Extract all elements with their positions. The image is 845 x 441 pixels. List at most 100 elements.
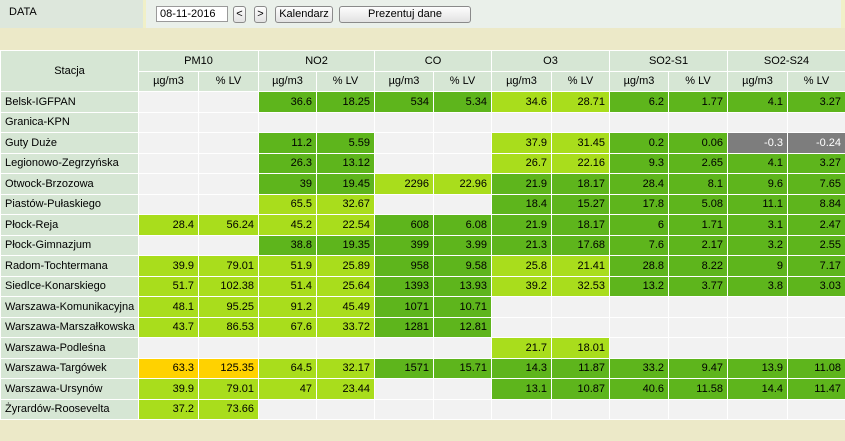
top-bar: DATA < > Kalendarz Prezentuj dane — [0, 0, 845, 28]
calendar-button[interactable]: Kalendarz — [275, 6, 333, 23]
pollutant-header: SO2-S24 — [727, 50, 845, 72]
present-data-button[interactable]: Prezentuj dane — [339, 6, 471, 23]
concentration-cell: 1393 — [374, 275, 434, 297]
table-row: Warszawa-Ursynów 39.9 79.01 47 23.44 13.1 10.8… — [0, 378, 845, 400]
concentration-cell: 26.3 — [258, 152, 317, 174]
concentration-cell: 51.7 — [138, 275, 199, 297]
concentration-cell: 91.2 — [258, 296, 317, 318]
station-name: Warszawa-Targówek — [0, 357, 139, 379]
table-row: Warszawa-Podleśna 21.7 18.01 — [0, 337, 845, 359]
concentration-cell: 9.3 — [609, 152, 669, 174]
concentration-cell: 0.2 — [609, 132, 669, 154]
percent-lv-cell: 32.17 — [316, 357, 375, 379]
percent-lv-cell: 6.08 — [433, 214, 492, 236]
concentration-cell — [609, 337, 669, 359]
station-name: Warszawa-Komunikacyjna — [0, 296, 139, 318]
percent-lv-cell: 18.01 — [551, 337, 610, 359]
concentration-cell — [374, 193, 434, 215]
concentration-cell — [258, 398, 317, 420]
concentration-cell — [727, 316, 789, 338]
percent-lv-cell: 10.71 — [433, 296, 492, 318]
percent-lv-cell: 15.27 — [551, 193, 610, 215]
concentration-cell: 28.4 — [609, 173, 669, 195]
concentration-cell: 17.8 — [609, 193, 669, 215]
table-row: Belsk-IGFPAN 36.6 18.25 534 5.34 34.6 28.71 6.2… — [0, 91, 845, 113]
concentration-cell: 21.3 — [491, 234, 552, 256]
percent-lv-cell: 125.35 — [198, 357, 259, 379]
percent-lv-cell: 11.87 — [551, 357, 610, 379]
percent-lv-cell — [198, 193, 259, 215]
concentration-cell: 26.7 — [491, 152, 552, 174]
percent-lv-cell: 5.08 — [667, 193, 729, 215]
concentration-cell — [491, 296, 552, 318]
percent-lv-cell — [551, 111, 610, 133]
percent-lv-cell: 86.53 — [198, 316, 259, 338]
concentration-cell — [374, 111, 434, 133]
percent-lv-cell — [667, 296, 729, 318]
concentration-cell — [138, 337, 199, 359]
concentration-cell: 39 — [258, 173, 317, 195]
concentration-cell: 9.6 — [727, 173, 789, 195]
percent-lv-cell: 2.47 — [787, 214, 845, 236]
station-name: Płock-Gimnazjum — [0, 234, 139, 256]
date-input[interactable] — [156, 6, 228, 22]
station-name: Otwock-Brzozowa — [0, 173, 139, 195]
percent-lv-cell: 1.71 — [667, 214, 729, 236]
concentration-cell — [138, 91, 199, 113]
percent-lv-cell: 73.66 — [198, 398, 259, 420]
percent-lv-cell: 32.53 — [551, 275, 610, 297]
percent-lv-cell: 25.64 — [316, 275, 375, 297]
percent-lv-cell — [198, 111, 259, 133]
unit-header: % LV — [667, 70, 729, 92]
station-name: Piastów-Pułaskiego — [0, 193, 139, 215]
table-row: Siedlce-Konarskiego 51.7 102.38 51.4 25.64 13… — [0, 275, 845, 297]
percent-lv-cell — [433, 398, 492, 420]
prev-day-button[interactable]: < — [233, 6, 246, 23]
table-body: Belsk-IGFPAN 36.6 18.25 534 5.34 34.6 28.71 6.2… — [0, 91, 845, 420]
table-row: Płock-Reja 28.4 56.24 45.2 22.54 608 6.08 21.9 1… — [0, 214, 845, 236]
concentration-cell — [727, 337, 789, 359]
station-name: Siedlce-Konarskiego — [0, 275, 139, 297]
concentration-cell: 608 — [374, 214, 434, 236]
concentration-cell — [258, 337, 317, 359]
unit-header: µg/m3 — [258, 70, 317, 92]
concentration-cell: 48.1 — [138, 296, 199, 318]
percent-lv-cell: 17.68 — [551, 234, 610, 256]
table-row: Warszawa-Marszałkowska 43.7 86.53 67.6 33.72… — [0, 316, 845, 338]
table-row: Warszawa-Targówek 63.3 125.35 64.5 32.17 1571… — [0, 357, 845, 379]
percent-lv-cell: 3.27 — [787, 91, 845, 113]
concentration-cell: 6.2 — [609, 91, 669, 113]
percent-lv-cell — [787, 111, 845, 133]
concentration-cell: 21.9 — [491, 214, 552, 236]
concentration-cell: 14.4 — [727, 378, 789, 400]
concentration-cell — [491, 316, 552, 338]
concentration-cell: 51.4 — [258, 275, 317, 297]
percent-lv-cell — [433, 378, 492, 400]
percent-lv-cell: 21.41 — [551, 255, 610, 277]
next-day-button[interactable]: > — [254, 6, 267, 23]
date-label: DATA — [0, 0, 143, 28]
concentration-cell: 958 — [374, 255, 434, 277]
percent-lv-cell: 9.47 — [667, 357, 729, 379]
unit-header: µg/m3 — [609, 70, 669, 92]
percent-lv-cell — [667, 316, 729, 338]
pollutant-header: PM10 — [138, 50, 259, 72]
percent-lv-cell: 22.54 — [316, 214, 375, 236]
unit-header: µg/m3 — [138, 70, 199, 92]
percent-lv-cell: 56.24 — [198, 214, 259, 236]
concentration-cell: 14.3 — [491, 357, 552, 379]
concentration-cell: 534 — [374, 91, 434, 113]
percent-lv-cell: 18.17 — [551, 214, 610, 236]
percent-lv-cell: 3.99 — [433, 234, 492, 256]
concentration-cell: 1571 — [374, 357, 434, 379]
unit-header: µg/m3 — [374, 70, 434, 92]
concentration-cell: 67.6 — [258, 316, 317, 338]
percent-lv-cell: 10.87 — [551, 378, 610, 400]
station-name: Warszawa-Podleśna — [0, 337, 139, 359]
percent-lv-cell: 32.67 — [316, 193, 375, 215]
concentration-cell: 37.9 — [491, 132, 552, 154]
concentration-cell — [727, 296, 789, 318]
percent-lv-cell — [787, 337, 845, 359]
percent-lv-cell — [198, 152, 259, 174]
pollutant-header: SO2-S1 — [608, 50, 729, 72]
